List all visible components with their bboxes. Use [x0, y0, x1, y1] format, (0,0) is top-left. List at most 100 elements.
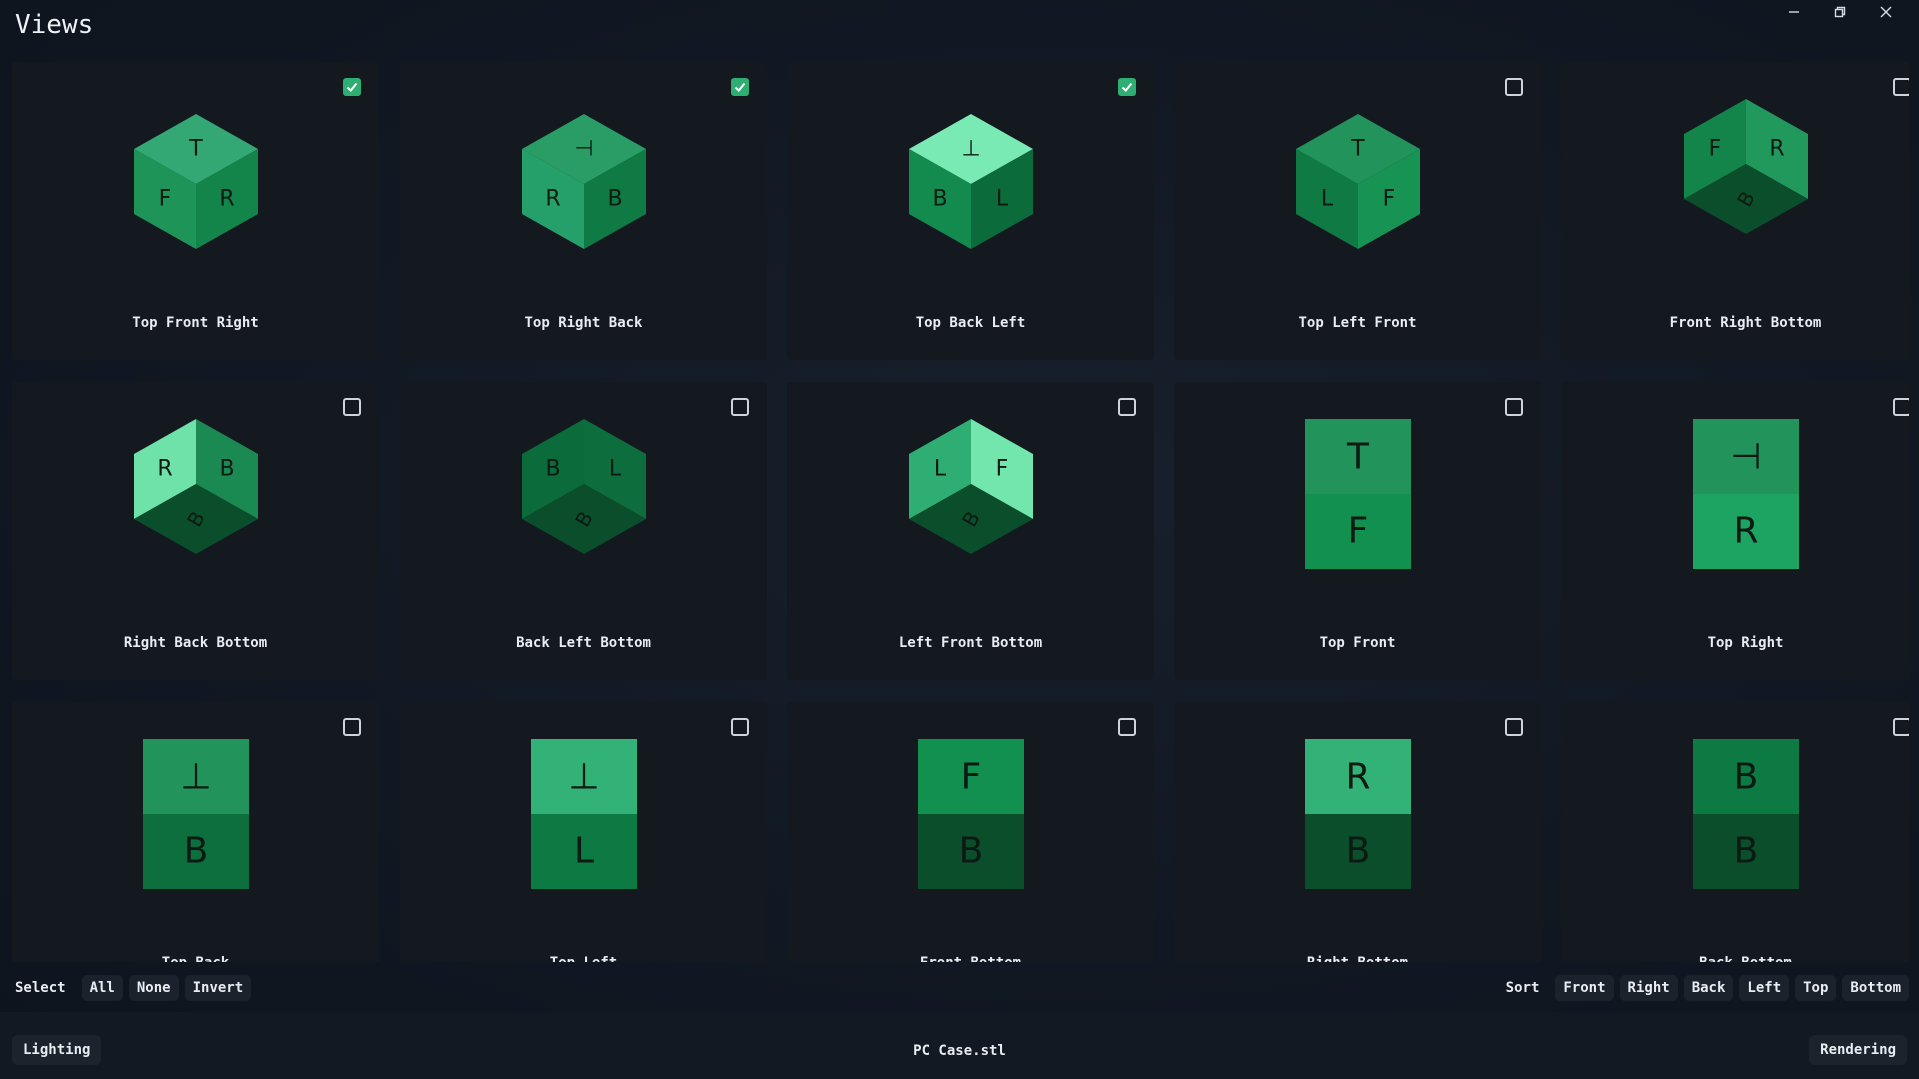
- view-checkbox[interactable]: [1118, 398, 1136, 416]
- cube-right-letter: F: [1382, 187, 1395, 212]
- view-checkbox[interactable]: [1118, 718, 1136, 736]
- minimize-button[interactable]: [1771, 0, 1817, 24]
- view-label: Front Bottom: [787, 955, 1154, 962]
- cube-left-letter: L: [1320, 187, 1333, 212]
- view-cube-icon: ⊥ B L: [896, 99, 1046, 249]
- select-all-button[interactable]: All: [81, 975, 123, 1001]
- restore-icon: [1834, 6, 1846, 18]
- view-cube-icon: TF: [1283, 419, 1433, 569]
- face-lower-letter: B: [183, 831, 208, 872]
- view-card[interactable]: ⊥ B L Top Back Left: [787, 62, 1154, 360]
- view-card[interactable]: L F B Left Front Bottom: [787, 382, 1154, 680]
- view-checkbox[interactable]: [343, 718, 361, 736]
- sort-right-button[interactable]: Right: [1619, 975, 1678, 1001]
- view-checkbox[interactable]: [1118, 78, 1136, 96]
- file-name: PC Case.stl: [913, 1043, 1006, 1059]
- view-label: Top Left Front: [1298, 315, 1417, 331]
- view-card[interactable]: FB Front Bottom: [787, 702, 1154, 962]
- view-card[interactable]: RB Right Bottom: [1174, 702, 1541, 962]
- sort-front-button[interactable]: Front: [1555, 975, 1614, 1001]
- cube-left-letter: B: [545, 457, 560, 482]
- cube-right-letter: B: [219, 457, 234, 482]
- cube-left-letter: R: [157, 457, 172, 482]
- view-card[interactable]: T L F Top Left Front: [1174, 62, 1541, 360]
- face-upper-letter: ⊥: [568, 757, 599, 798]
- face-lower-letter: B: [1733, 831, 1758, 872]
- view-label: Top Right: [1707, 635, 1784, 651]
- view-card[interactable]: ⊣ R Top Right: [1562, 382, 1909, 680]
- cube-left-letter: F: [158, 187, 171, 212]
- view-cube-icon: FRB: [1671, 99, 1821, 249]
- view-label: Right Bottom: [1174, 955, 1541, 962]
- view-card[interactable]: T F Top Front: [1174, 382, 1541, 680]
- cube-top-letter: T: [188, 137, 203, 162]
- cube-right-letter: L: [608, 457, 621, 482]
- view-checkbox[interactable]: [731, 398, 749, 416]
- cube-left-letter: L: [933, 457, 946, 482]
- minimize-icon: [1789, 11, 1799, 13]
- close-button[interactable]: [1863, 0, 1909, 24]
- status-bar: Lighting PC Case.stl Rendering: [0, 1012, 1919, 1079]
- view-card[interactable]: F R B Front Right Bottom: [1562, 62, 1909, 360]
- view-checkbox[interactable]: [1893, 718, 1909, 736]
- view-label: Top Right Back: [524, 315, 643, 331]
- view-label: Left Front Bottom: [898, 635, 1043, 651]
- views-grid-viewport[interactable]: T F R Top Front Right ⊣ R B Top Right Back ⊥ B L To…: [12, 62, 1909, 962]
- view-label: Top Left: [400, 955, 767, 962]
- view-checkbox[interactable]: [343, 398, 361, 416]
- face-upper-letter: T: [1346, 437, 1370, 478]
- select-none-button[interactable]: None: [128, 975, 179, 1001]
- view-checkbox[interactable]: [1893, 78, 1909, 96]
- face-upper-letter: R: [1345, 757, 1370, 798]
- cube-left-letter: B: [932, 187, 947, 212]
- face-lower-letter: L: [573, 831, 593, 872]
- sort-top-button[interactable]: Top: [1795, 975, 1837, 1001]
- view-label: Top Front: [1319, 635, 1396, 651]
- face-upper-letter: ⊥: [180, 757, 211, 798]
- view-checkbox[interactable]: [731, 718, 749, 736]
- select-invert-button[interactable]: Invert: [184, 975, 252, 1001]
- cube-right-letter: R: [219, 187, 234, 212]
- view-checkbox[interactable]: [1505, 78, 1523, 96]
- cube-right-letter: B: [607, 187, 622, 212]
- view-card[interactable]: T F R Top Front Right: [12, 62, 379, 360]
- view-card[interactable]: ⊥BTop Back: [12, 702, 379, 962]
- sort-bottom-button[interactable]: Bottom: [1842, 975, 1909, 1001]
- view-cube-icon: TL F: [1283, 99, 1433, 249]
- face-upper-letter: ⊣: [1730, 437, 1761, 478]
- cube-left-letter: R: [545, 187, 560, 212]
- cube-top-letter: T: [1350, 137, 1365, 162]
- view-card[interactable]: R B B Right Back Bottom: [12, 382, 379, 680]
- view-label: Back Left Bottom: [516, 635, 651, 651]
- window-title: Views: [15, 10, 94, 40]
- view-cube-icon: ⊥ B: [121, 739, 271, 889]
- cube-right-letter: R: [1769, 137, 1784, 162]
- view-card[interactable]: ⊥ L Top Left: [400, 702, 767, 962]
- view-label: Right Back Bottom: [123, 635, 268, 651]
- view-checkbox[interactable]: [1505, 398, 1523, 416]
- view-cube-icon: LFB: [896, 419, 1046, 569]
- select-sort-bar: Select All None Invert Sort Front Right …: [0, 966, 1919, 1010]
- face-lower-letter: F: [1347, 511, 1368, 552]
- checkmark-icon: [1121, 82, 1133, 92]
- view-card[interactable]: B L B Back Left Bottom: [400, 382, 767, 680]
- view-label: Top Front Right: [132, 315, 259, 331]
- view-checkbox[interactable]: [343, 78, 361, 96]
- view-checkbox[interactable]: [1893, 398, 1909, 416]
- view-card[interactable]: ⊣ R B Top Right Back: [400, 62, 767, 360]
- select-label: Select: [15, 980, 66, 996]
- view-cube-icon: ⊣ R: [1671, 419, 1821, 569]
- close-icon: [1880, 6, 1892, 18]
- restore-button[interactable]: [1817, 0, 1863, 24]
- checkmark-icon: [734, 82, 746, 92]
- sort-left-button[interactable]: Left: [1739, 975, 1790, 1001]
- view-cube-icon: RB: [1283, 739, 1433, 889]
- face-lower-letter: R: [1733, 511, 1758, 552]
- view-checkbox[interactable]: [731, 78, 749, 96]
- view-label: Top Back Left: [915, 315, 1026, 331]
- view-checkbox[interactable]: [1505, 718, 1523, 736]
- view-cube-icon: BLB: [509, 419, 659, 569]
- view-card[interactable]: BB Back Bottom: [1562, 702, 1909, 962]
- sort-back-button[interactable]: Back: [1683, 975, 1734, 1001]
- rendering-button[interactable]: Rendering: [1809, 1035, 1907, 1065]
